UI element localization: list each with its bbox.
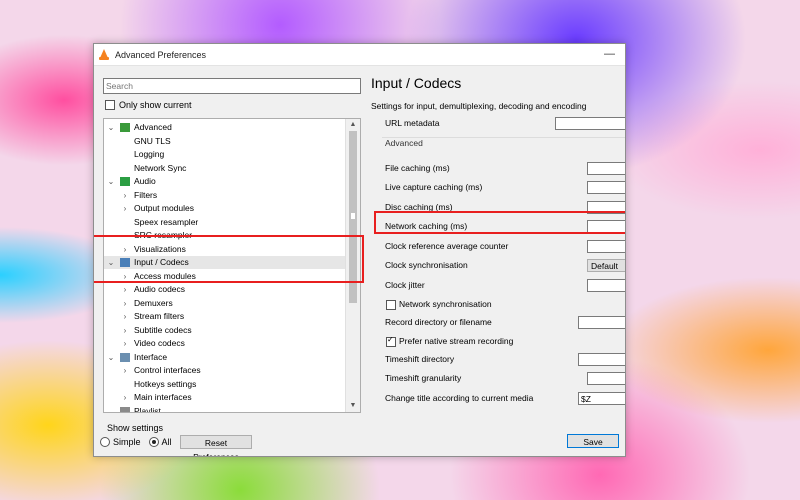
simple-label: Simple <box>113 437 141 447</box>
setting-label: Network synchronisation <box>399 299 492 309</box>
settings-panel: URL metadata Advanced File caching (ms) L… <box>374 113 625 443</box>
setting-label: Change title according to current media <box>385 393 534 403</box>
tree-item-label: Interface <box>134 351 168 362</box>
chevron-right-icon[interactable]: › <box>121 297 129 310</box>
section-description: Settings for input, demultiplexing, deco… <box>371 101 587 111</box>
setting-label: Clock synchronisation <box>385 260 468 270</box>
setting-label: Live capture caching (ms) <box>385 182 483 192</box>
tree-item-label: Playlist <box>134 405 161 413</box>
setting-label: Prefer native stream recording <box>399 336 514 346</box>
tree-item-label: Video codecs <box>134 338 185 348</box>
chevron-down-icon[interactable]: ⌄ <box>107 405 115 413</box>
setting-input[interactable] <box>587 372 625 385</box>
vlc-cone-icon <box>99 49 109 60</box>
all-label: All <box>161 437 172 447</box>
network-caching-highlight-box <box>374 211 625 234</box>
setting-input[interactable] <box>587 181 625 194</box>
title-bar: Advanced Preferences — <box>94 44 625 66</box>
setting-label: Record directory or filename <box>385 317 492 327</box>
tree-item-label: Demuxers <box>134 297 173 308</box>
setting-label: File caching (ms) <box>385 163 450 173</box>
minimize-button[interactable]: — <box>604 48 615 60</box>
chevron-down-icon[interactable]: ⌄ <box>107 121 115 134</box>
setting-checkbox[interactable] <box>386 335 396 347</box>
chevron-right-icon[interactable]: › <box>121 202 129 215</box>
tree-item-label: Main interfaces <box>134 392 192 402</box>
chevron-right-icon[interactable]: › <box>121 391 129 404</box>
advanced-group-label: Advanced <box>385 138 423 148</box>
setting-label: Clock jitter <box>385 280 425 290</box>
chevron-right-icon[interactable]: › <box>121 364 129 377</box>
only-show-current-checkbox[interactable] <box>105 100 115 110</box>
setting-input[interactable] <box>587 162 625 175</box>
tree-item-label: Speex resampler <box>134 216 199 227</box>
tree-item-label: Control interfaces <box>134 365 201 375</box>
setting-label: Timeshift directory <box>385 354 455 364</box>
advanced-icon <box>120 123 130 132</box>
simple-radio[interactable] <box>100 437 110 447</box>
tree-item-label: Audio codecs <box>134 284 186 294</box>
chevron-right-icon[interactable]: › <box>121 283 129 296</box>
tree-item-label: Logging <box>134 149 165 159</box>
window-title: Advanced Preferences <box>115 49 207 60</box>
tree-item-label: Stream filters <box>134 311 185 321</box>
playlist-icon <box>120 406 130 412</box>
setting-checkbox[interactable] <box>386 300 396 310</box>
chevron-right-icon[interactable]: › <box>121 337 129 350</box>
chevron-right-icon[interactable]: › <box>121 310 129 323</box>
only-show-current-label: Only show current <box>119 100 192 110</box>
url-metadata-input[interactable] <box>555 117 625 130</box>
url-metadata-label: URL metadata <box>385 118 440 128</box>
tree-item-label: Audio <box>134 176 156 186</box>
only-show-current-row[interactable]: Only show current <box>105 100 359 110</box>
tree-highlight-box <box>94 235 364 283</box>
setting-input[interactable]: $Z <box>578 392 625 405</box>
tree-item-label: GNU TLS <box>134 135 171 146</box>
show-settings-label: Show settings <box>107 423 164 433</box>
scroll-up-icon[interactable]: ▲ <box>346 120 360 130</box>
chevron-down-icon[interactable]: ⌄ <box>107 351 115 364</box>
save-button[interactable]: Save <box>567 434 619 448</box>
tree-item-label: Subtitle codecs <box>134 324 192 335</box>
tree-item-label: Hotkeys settings <box>134 378 197 389</box>
search-input[interactable] <box>103 78 361 94</box>
tree-item-label: Filters <box>134 189 158 200</box>
setting-dropdown[interactable]: Default <box>587 259 625 272</box>
chevron-right-icon[interactable]: › <box>121 189 129 202</box>
setting-input[interactable] <box>587 279 625 292</box>
tree-item-label: Network Sync <box>134 162 187 173</box>
interface-icon <box>120 352 130 362</box>
scroll-down-icon[interactable]: ▼ <box>346 401 360 411</box>
audio-icon <box>120 177 130 186</box>
setting-label: Clock reference average counter <box>385 241 509 251</box>
left-pane: Only show current <box>103 78 361 110</box>
tree-item-label: Advanced <box>134 122 172 132</box>
reset-preferences-button[interactable]: Reset Preferences <box>180 435 252 456</box>
chevron-down-icon[interactable]: ⌄ <box>107 175 115 188</box>
right-pane: Input / Codecs Settings for input, demul… <box>369 65 625 456</box>
section-title: Input / Codecs <box>371 75 462 91</box>
setting-input[interactable] <box>578 353 625 366</box>
setting-input[interactable] <box>578 316 625 329</box>
tree-item-label: Output modules <box>134 203 195 213</box>
setting-input[interactable] <box>587 240 625 253</box>
setting-label: Timeshift granularity <box>385 373 462 383</box>
show-settings-options: Simple All <box>100 437 180 447</box>
chevron-right-icon[interactable]: › <box>121 324 129 337</box>
all-radio[interactable] <box>148 437 159 447</box>
advanced-preferences-window: Advanced Preferences — Only show current… <box>93 43 626 457</box>
